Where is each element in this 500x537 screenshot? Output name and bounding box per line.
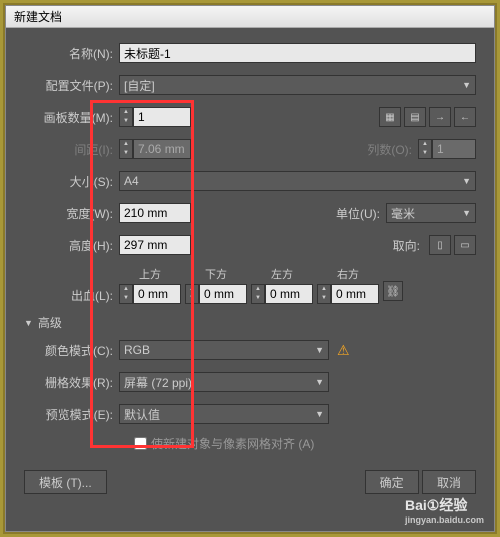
units-label: 单位(U):	[316, 205, 386, 222]
ok-button[interactable]: 确定	[365, 470, 419, 494]
colormode-label: 颜色模式(C):	[24, 342, 119, 359]
advanced-section[interactable]: ▼ 高级	[24, 314, 476, 331]
spacing-spinner: ▲▼	[119, 139, 191, 159]
width-label: 宽度(W):	[24, 205, 119, 222]
spacing-label: 间距(I):	[24, 141, 119, 158]
profile-label: 配置文件(P):	[24, 77, 119, 94]
cancel-button[interactable]: 取消	[422, 470, 476, 494]
chevron-down-icon: ▼	[462, 208, 471, 218]
chevron-down-icon: ▼	[462, 80, 471, 90]
height-input[interactable]	[119, 235, 191, 255]
orient-label: 取向:	[356, 237, 426, 254]
preview-dropdown[interactable]: 默认值▼	[119, 404, 329, 424]
bleed-top-spinner[interactable]: ▲▼	[119, 284, 181, 304]
chevron-down-icon: ▼	[315, 345, 324, 355]
landscape-icon[interactable]: ▭	[454, 235, 476, 255]
name-input[interactable]	[119, 43, 476, 63]
bleed-bottom-label: 下方	[185, 266, 247, 282]
cols-spinner: ▲▼	[418, 139, 476, 159]
layout-icon-1[interactable]: ▦	[379, 107, 401, 127]
colormode-dropdown[interactable]: RGB▼	[119, 340, 329, 360]
artboard-count-spinner[interactable]: ▲▼	[119, 107, 191, 127]
name-label: 名称(N):	[24, 45, 119, 62]
bleed-bottom-spinner[interactable]: ▲▼	[185, 284, 247, 304]
bleed-label: 出血(L):	[24, 287, 119, 304]
artboard-count-label: 画板数量(M):	[24, 109, 119, 126]
portrait-icon[interactable]: ▯	[429, 235, 451, 255]
layout-icon-3[interactable]: →	[429, 107, 451, 127]
chevron-down-icon: ▼	[315, 409, 324, 419]
align-pixel-checkbox[interactable]	[134, 437, 147, 450]
bleed-top-label: 上方	[119, 266, 181, 282]
preview-label: 预览模式(E):	[24, 406, 119, 423]
cols-label: 列数(O):	[348, 141, 418, 158]
disclosure-triangle-icon: ▼	[24, 318, 33, 328]
bleed-right-label: 右方	[317, 266, 379, 282]
layout-icon-4[interactable]: ←	[454, 107, 476, 127]
raster-label: 栅格效果(R):	[24, 374, 119, 391]
raster-dropdown[interactable]: 屏幕 (72 ppi)▼	[119, 372, 329, 392]
width-input[interactable]	[119, 203, 191, 223]
height-label: 高度(H):	[24, 237, 119, 254]
chevron-down-icon: ▼	[462, 176, 471, 186]
bleed-left-spinner[interactable]: ▲▼	[251, 284, 313, 304]
size-dropdown[interactable]: A4▼	[119, 171, 476, 191]
bleed-right-spinner[interactable]: ▲▼	[317, 284, 379, 304]
watermark: Bai①经验 jingyan.baidu.com	[405, 495, 484, 525]
titlebar: 新建文档	[6, 6, 494, 28]
warning-icon: ⚠	[337, 342, 350, 359]
align-pixel-label: 使新建对象与像素网格对齐 (A)	[151, 435, 314, 452]
units-dropdown[interactable]: 毫米▼	[386, 203, 476, 223]
size-label: 大小(S):	[24, 173, 119, 190]
profile-dropdown[interactable]: [自定]▼	[119, 75, 476, 95]
chevron-down-icon: ▼	[315, 377, 324, 387]
bleed-link-icon[interactable]: ⛓	[383, 281, 403, 301]
template-button[interactable]: 模板 (T)...	[24, 470, 107, 494]
bleed-left-label: 左方	[251, 266, 313, 282]
layout-icon-2[interactable]: ▤	[404, 107, 426, 127]
